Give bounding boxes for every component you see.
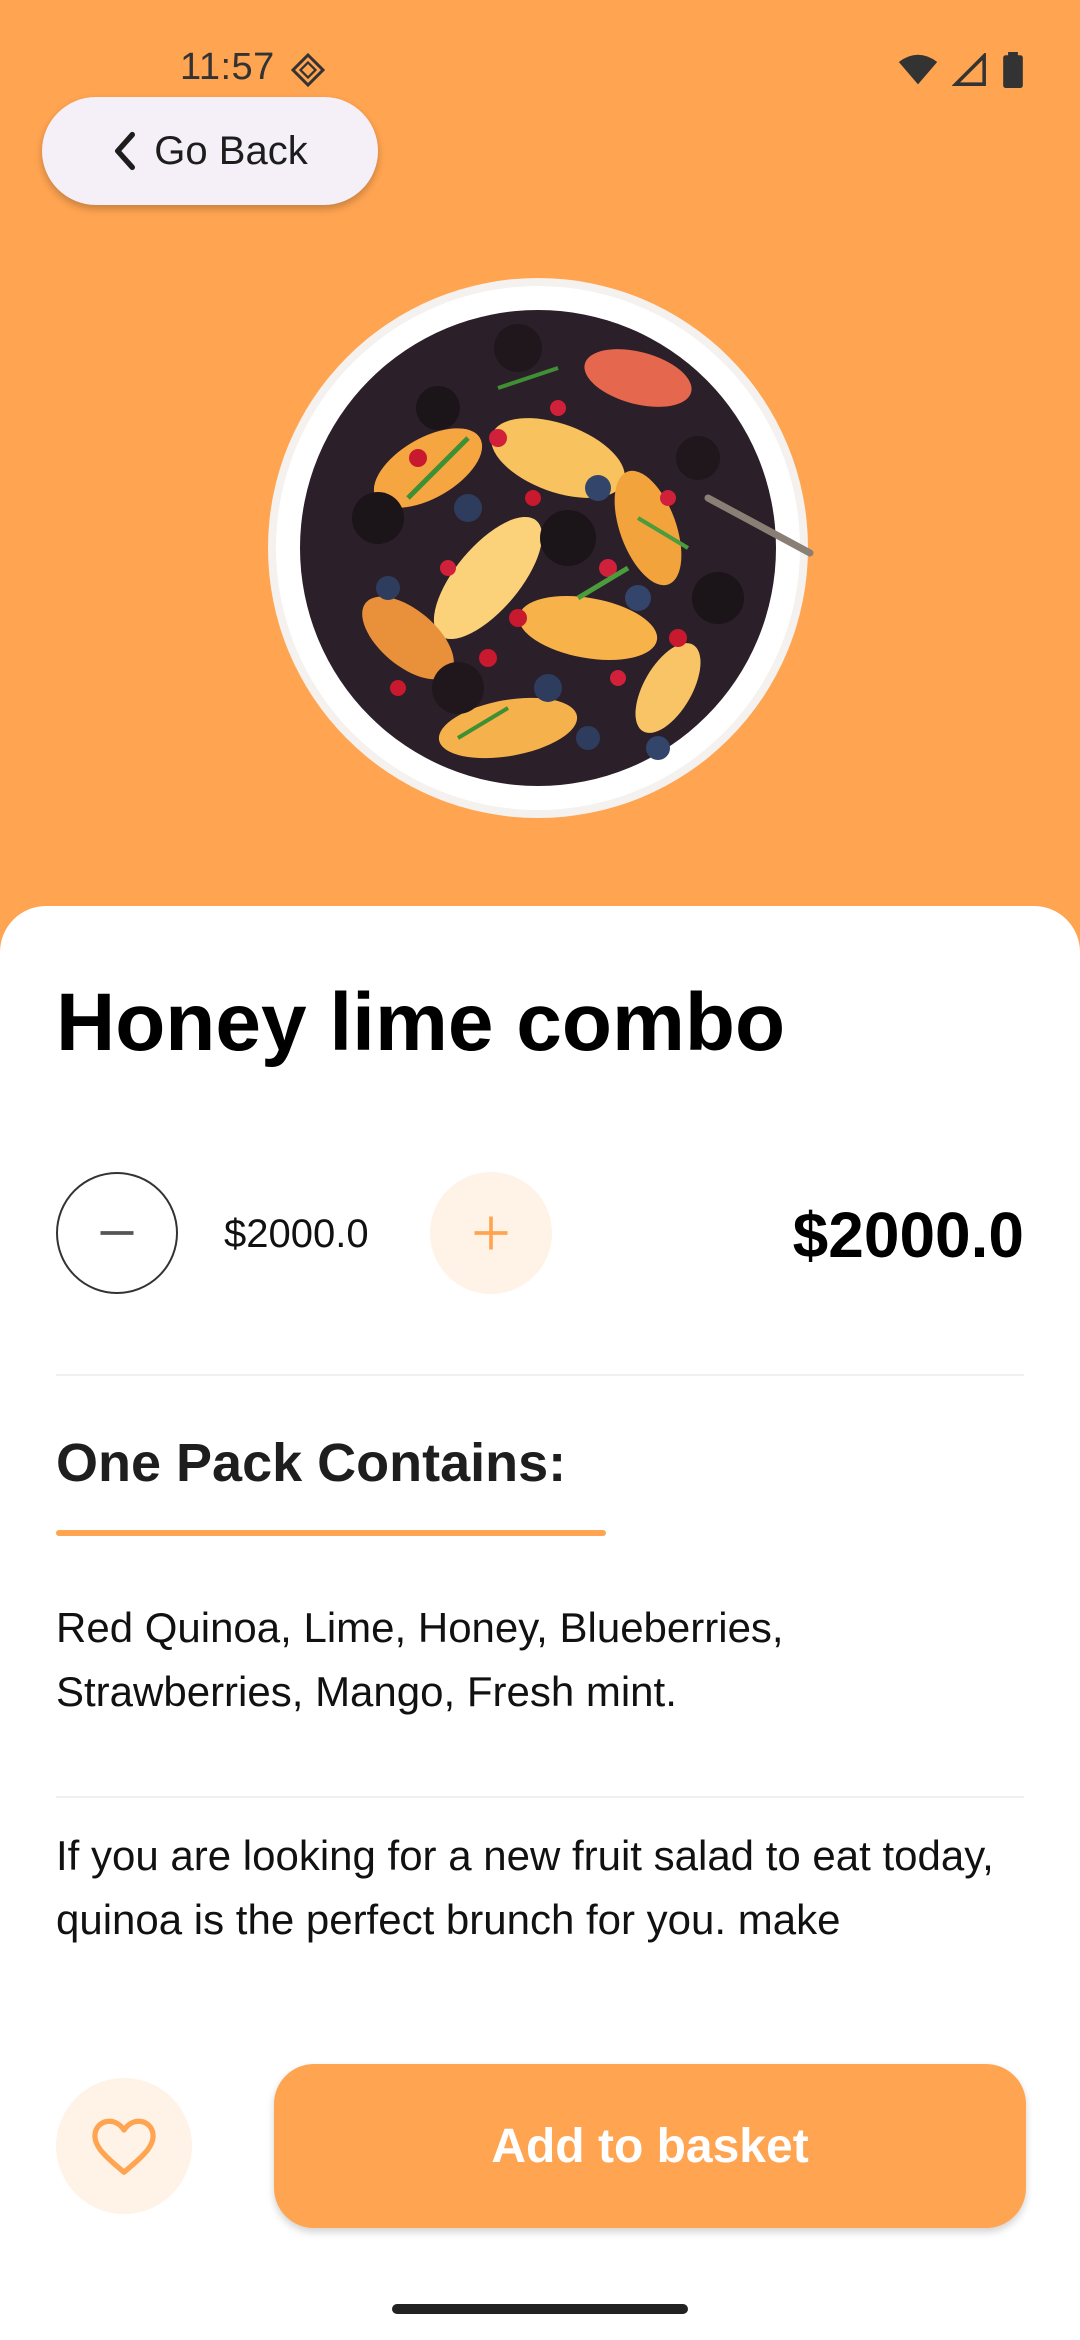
chevron-left-icon — [115, 131, 136, 171]
increase-quantity-button[interactable] — [430, 1172, 552, 1294]
pack-contents-heading: One Pack Contains: — [56, 1433, 567, 1493]
unit-price: $2000.0 — [224, 1212, 369, 1256]
total-price: $2000.0 — [792, 1199, 1024, 1271]
go-back-label: Go Back — [154, 128, 308, 173]
product-description: If you are looking for a new fruit salad… — [56, 1832, 994, 1943]
add-to-basket-button[interactable]: Add to basket — [274, 2064, 1026, 2228]
divider — [56, 1374, 1024, 1376]
home-indicator[interactable] — [392, 2304, 688, 2314]
wifi-icon — [898, 54, 938, 85]
favorite-button[interactable] — [56, 2078, 192, 2214]
battery-icon — [1003, 52, 1023, 88]
plus-icon — [474, 1216, 508, 1250]
product-title: Honey lime combo — [56, 977, 786, 1068]
pack-contents-list: Red Quinoa, Lime, Honey, Blueberries, St… — [56, 1604, 784, 1715]
product-details-sheet: Honey lime combo $2000.0 $2000.0 One Pac… — [0, 906, 1080, 2340]
app-notification-icon — [290, 52, 326, 88]
add-to-basket-label: Add to basket — [491, 2119, 809, 2173]
fruit-salad-bowl-image — [268, 278, 814, 818]
status-time: 11:57 — [180, 46, 275, 88]
signal-icon — [952, 53, 986, 86]
heart-icon — [92, 2118, 156, 2175]
minus-icon — [100, 1231, 134, 1235]
heading-underline — [56, 1530, 606, 1536]
go-back-button[interactable]: Go Back — [42, 97, 378, 205]
decrease-quantity-button[interactable] — [56, 1172, 178, 1294]
status-icons — [898, 52, 1024, 88]
divider — [56, 1796, 1024, 1798]
